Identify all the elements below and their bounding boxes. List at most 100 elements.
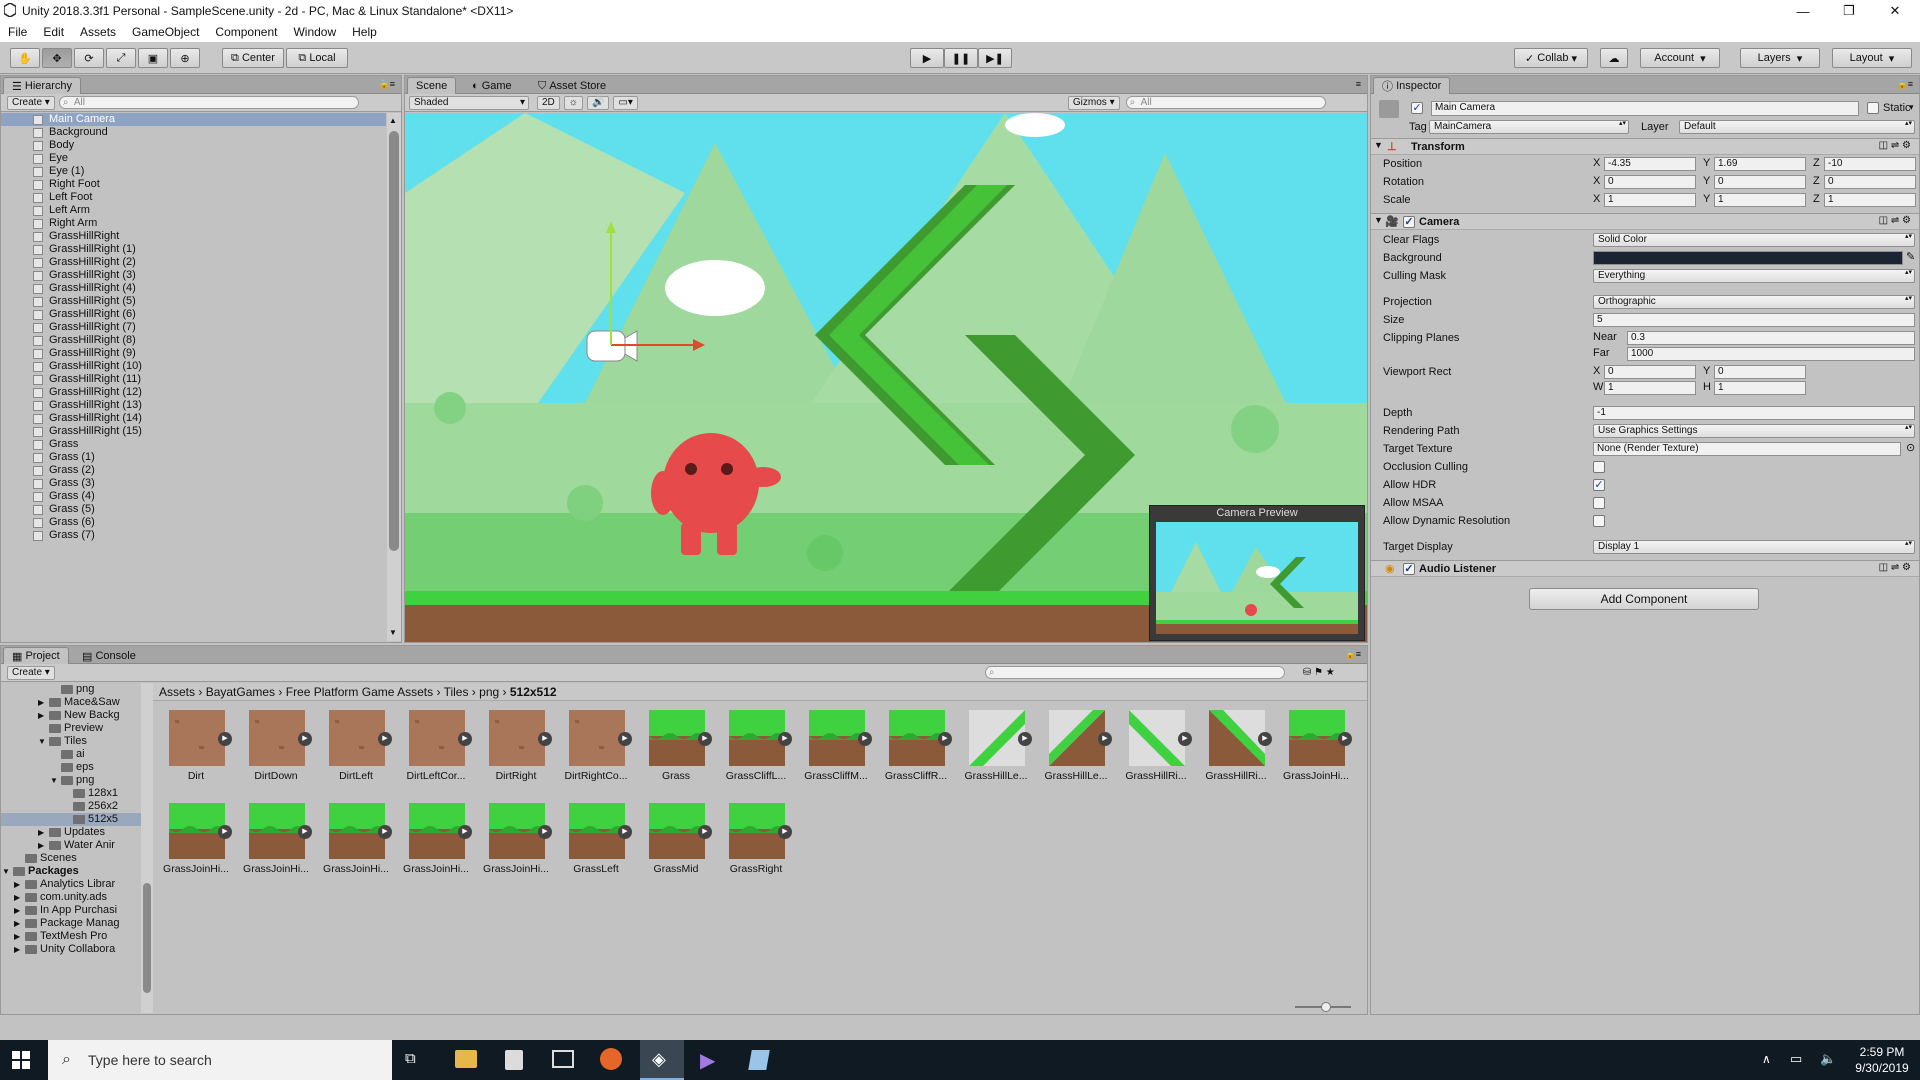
tab-scene[interactable]: Scene (407, 77, 457, 94)
occlusion-culling-checkbox[interactable] (1593, 461, 1605, 473)
folder-tree-item[interactable]: ▶ In App Purchasi (1, 904, 141, 917)
fold-arrow-icon[interactable]: ▼ (38, 735, 46, 748)
hierarchy-item[interactable]: Background (1, 126, 386, 139)
tab-game[interactable]: ◐ Game (463, 77, 521, 94)
tab-console[interactable]: ▤ Console (73, 647, 145, 664)
breadcrumb-item[interactable]: BayatGames (206, 685, 275, 699)
hierarchy-item[interactable]: GrassHillRight (3) (1, 269, 386, 282)
asset-tile[interactable]: ▶ GrassHillLe... (961, 710, 1032, 788)
collab-dropdown[interactable]: ✓ Collab ▾ (1514, 48, 1588, 68)
asset-tile[interactable]: ▶ GrassJoinHi... (321, 803, 392, 881)
hierarchy-item[interactable]: GrassHillRight (11) (1, 373, 386, 386)
gizmos-dropdown[interactable]: Gizmos ▾ (1067, 95, 1120, 110)
hierarchy-item[interactable]: Left Arm (1, 204, 386, 217)
hierarchy-item[interactable]: Grass (5) (1, 503, 386, 516)
object-name-input[interactable]: Main Camera (1431, 101, 1859, 116)
expand-sprite-icon[interactable]: ▶ (1178, 732, 1192, 746)
asset-tile[interactable]: ▶ GrassRight (721, 803, 792, 881)
expand-sprite-icon[interactable]: ▶ (1018, 732, 1032, 746)
expand-sprite-icon[interactable]: ▶ (618, 825, 632, 839)
component-settings-icon[interactable]: ◫ ⇌ ⚙ (1879, 215, 1911, 226)
expand-sprite-icon[interactable]: ▶ (458, 825, 472, 839)
folder-tree-item[interactable]: ▶ com.unity.ads (1, 891, 141, 904)
menu-assets[interactable]: Assets (72, 25, 124, 39)
tree-scrollbar-thumb[interactable] (143, 883, 151, 993)
fold-arrow-icon[interactable]: ▼ (1374, 140, 1383, 150)
size-input[interactable]: 5 (1593, 313, 1915, 327)
position-y-input[interactable]: 1.69 (1714, 157, 1806, 171)
menu-component[interactable]: Component (207, 25, 285, 39)
asset-tile[interactable]: ▶ GrassLeft (561, 803, 632, 881)
rotation-y-input[interactable]: 0 (1714, 175, 1806, 189)
folder-tree-item[interactable]: png (1, 683, 141, 696)
clear-flags-dropdown[interactable]: Solid Color (1593, 233, 1915, 247)
hierarchy-scrollbar[interactable]: ▲ ▼ (387, 113, 401, 641)
scale-y-input[interactable]: 1 (1714, 193, 1806, 207)
cloud-icon[interactable]: ☁ (1600, 48, 1628, 68)
asset-tile[interactable]: ▶ GrassJoinHi... (161, 803, 232, 881)
folder-tree-item[interactable]: ▼ png (1, 774, 141, 787)
clock[interactable]: 2:59 PM 9/30/2019 (1850, 1044, 1914, 1076)
create-button[interactable]: Create ▾ (7, 95, 55, 110)
close-button[interactable]: ✕ (1872, 0, 1918, 22)
scale-tool-icon[interactable]: ⤢ (106, 48, 136, 68)
panel-menu-icon[interactable]: 🔒≡ (379, 79, 395, 90)
folder-tree-item[interactable]: ▶ Water Anir (1, 839, 141, 852)
object-picker-icon[interactable]: ⊙ (1906, 441, 1915, 454)
rotate-tool-icon[interactable]: ⟳ (74, 48, 104, 68)
hierarchy-search-input[interactable]: ⌕ All (58, 96, 359, 109)
expand-sprite-icon[interactable]: ▶ (1338, 732, 1352, 746)
expand-sprite-icon[interactable]: ▶ (378, 825, 392, 839)
folder-tree-item[interactable]: ▼ Tiles (1, 735, 141, 748)
shading-dropdown[interactable]: Shaded ▾ (409, 95, 529, 110)
folder-tree-item[interactable]: ▼ Packages (1, 865, 141, 878)
expand-sprite-icon[interactable]: ▶ (618, 732, 632, 746)
hierarchy-item[interactable]: GrassHillRight (7) (1, 321, 386, 334)
expand-sprite-icon[interactable]: ▶ (218, 732, 232, 746)
target-display-dropdown[interactable]: Display 1 (1593, 540, 1915, 554)
layer-dropdown[interactable]: Default (1679, 120, 1915, 134)
folder-tree-item[interactable]: 128x1 (1, 787, 141, 800)
hierarchy-item[interactable]: GrassHillRight (6) (1, 308, 386, 321)
asset-tile[interactable]: ▶ DirtLeftCor... (401, 710, 472, 788)
folder-tree-item[interactable]: ▶ Package Manag (1, 917, 141, 930)
expand-sprite-icon[interactable]: ▶ (458, 732, 472, 746)
add-component-button[interactable]: Add Component (1529, 588, 1759, 610)
store-icon[interactable] (505, 1050, 523, 1070)
hierarchy-item[interactable]: GrassHillRight (10) (1, 360, 386, 373)
tab-asset-store[interactable]: ⛉ Asset Store (529, 77, 615, 94)
asset-tile[interactable]: ▶ GrassCliffR... (881, 710, 952, 788)
fold-arrow-icon[interactable]: ▶ (38, 839, 44, 852)
hierarchy-item[interactable]: Eye (1, 152, 386, 165)
transform-tool-icon[interactable]: ⊕ (170, 48, 200, 68)
hierarchy-item[interactable]: Main Camera (1, 113, 386, 126)
viewport-w-input[interactable]: 1 (1604, 381, 1696, 395)
expand-sprite-icon[interactable]: ▶ (938, 732, 952, 746)
breadcrumb-item[interactable]: Tiles (444, 685, 469, 699)
folder-tree-item[interactable]: 512x5 (1, 813, 141, 826)
task-view-icon[interactable]: ⧉ (405, 1050, 416, 1067)
step-button[interactable]: ▶❚ (978, 48, 1012, 68)
breadcrumb-item[interactable]: png (479, 685, 499, 699)
asset-tile[interactable]: ▶ Grass (641, 710, 712, 788)
fold-arrow-icon[interactable]: ▶ (14, 878, 20, 891)
breadcrumb-item[interactable]: Free Platform Game Assets (286, 685, 433, 699)
asset-tile[interactable]: ▶ GrassJoinHi... (1281, 710, 1352, 788)
position-z-input[interactable]: -10 (1824, 157, 1916, 171)
file-explorer-icon[interactable] (455, 1050, 477, 1068)
volume-icon[interactable]: 🔈 (1820, 1051, 1836, 1067)
projection-dropdown[interactable]: Orthographic (1593, 295, 1915, 309)
asset-tile[interactable]: ▶ GrassHillRi... (1121, 710, 1192, 788)
transform-header[interactable]: ▼ ⊥ Transform ◫ ⇌ ⚙ (1371, 138, 1919, 155)
expand-sprite-icon[interactable]: ▶ (778, 732, 792, 746)
camera-header[interactable]: ▼ 🎥 ✓ Camera ◫ ⇌ ⚙ (1371, 213, 1919, 230)
fold-arrow-icon[interactable]: ▶ (38, 709, 44, 722)
audio-listener-header[interactable]: ◉ ✓ Audio Listener ◫ ⇌ ⚙ (1371, 560, 1919, 577)
viewport-y-input[interactable]: 0 (1714, 365, 1806, 379)
hierarchy-item[interactable]: GrassHillRight (1) (1, 243, 386, 256)
notepad-icon[interactable] (748, 1050, 770, 1070)
viewport-x-input[interactable]: 0 (1604, 365, 1696, 379)
hierarchy-item[interactable]: GrassHillRight (8) (1, 334, 386, 347)
rendering-path-dropdown[interactable]: Use Graphics Settings (1593, 424, 1915, 438)
asset-tile[interactable]: ▶ DirtRightCo... (561, 710, 632, 788)
